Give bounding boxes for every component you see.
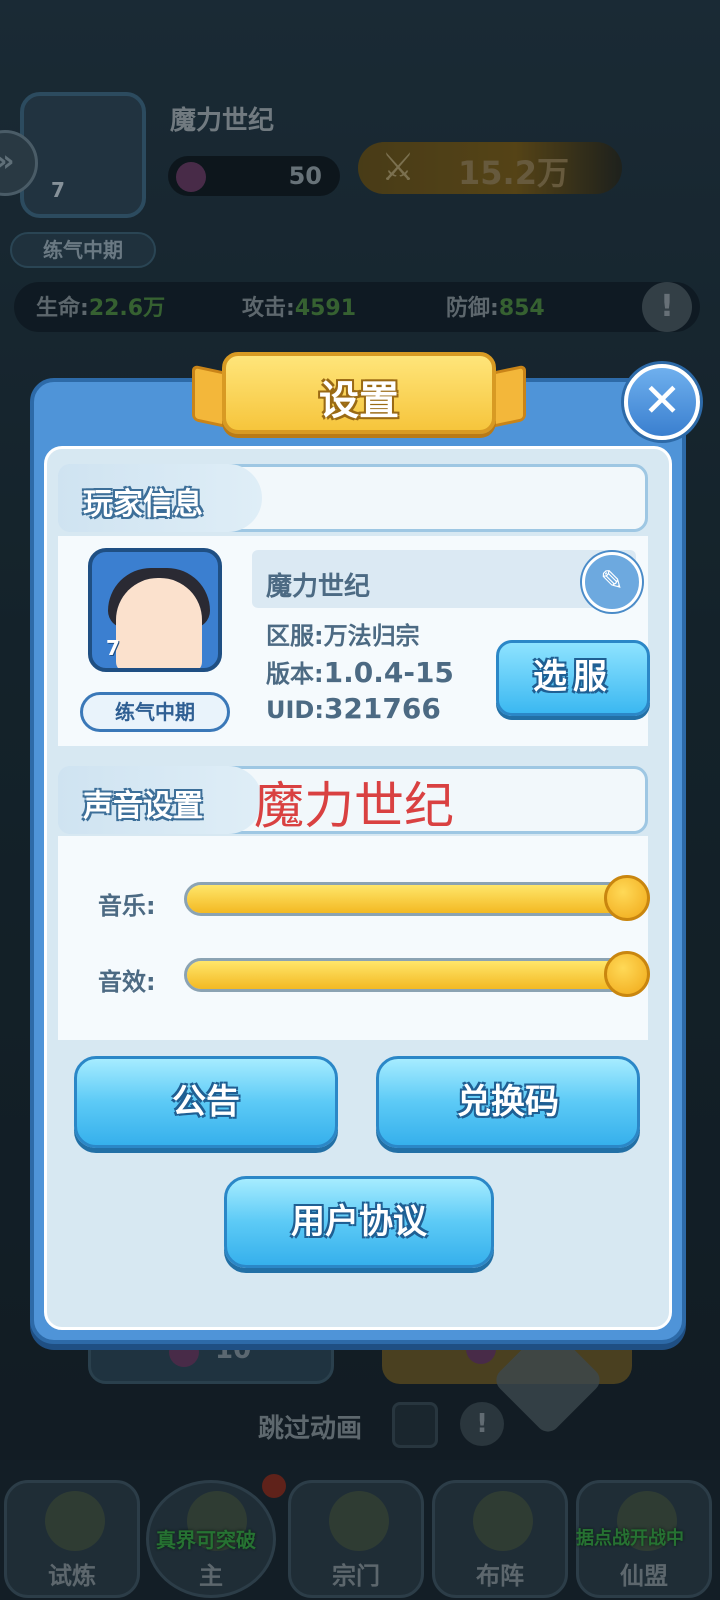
settings-title-ribbon: 设置 — [192, 350, 526, 440]
settings-title: 设置 — [319, 378, 399, 424]
uid-row: UID:321766 — [266, 692, 441, 725]
close-icon: ✕ — [642, 373, 682, 427]
brush-icon: ✎ — [600, 564, 624, 597]
player-rank-badge: 练气中期 — [80, 692, 230, 732]
sfx-slider-fill — [187, 961, 631, 989]
music-slider-knob[interactable] — [604, 875, 650, 921]
player-level: 7 — [106, 636, 120, 660]
version-label: 版本: — [266, 660, 324, 688]
user-agreement-button[interactable]: 用户协议 — [224, 1176, 494, 1268]
sfx-label: 音效: — [98, 968, 156, 996]
sfx-slider-knob[interactable] — [604, 951, 650, 997]
announcement-button[interactable]: 公告 — [74, 1056, 338, 1148]
sound-settings-title: 声音设置 — [83, 789, 203, 824]
server-label: 区服: — [266, 622, 324, 650]
redeem-code-button[interactable]: 兑换码 — [376, 1056, 640, 1148]
avatar-face — [116, 578, 202, 668]
server-row: 区服:万法归宗 — [266, 616, 420, 651]
music-label: 音乐: — [98, 892, 156, 920]
close-button[interactable]: ✕ — [624, 364, 700, 440]
overlay-watermark-text: 魔力世纪 — [254, 777, 454, 835]
music-slider-fill — [187, 885, 631, 913]
player-avatar[interactable]: 7 — [88, 548, 222, 672]
sound-panel — [58, 836, 648, 1040]
version-row: 版本:1.0.4-15 — [266, 654, 454, 689]
player-name: 魔力世纪 — [266, 572, 371, 602]
uid-label: UID: — [266, 696, 324, 724]
version-value: 1.0.4-15 — [323, 656, 454, 689]
sfx-slider[interactable] — [184, 951, 650, 997]
edit-name-button[interactable]: ✎ — [582, 552, 642, 612]
music-slider[interactable] — [184, 875, 650, 921]
title-plate: 设置 — [222, 352, 496, 434]
uid-value: 321766 — [323, 692, 441, 725]
player-info-header: 玩家信息 — [58, 464, 648, 532]
select-server-button[interactable]: 选服 — [496, 640, 650, 716]
server-value: 万法归宗 — [323, 622, 420, 650]
player-info-title: 玩家信息 — [83, 487, 203, 522]
